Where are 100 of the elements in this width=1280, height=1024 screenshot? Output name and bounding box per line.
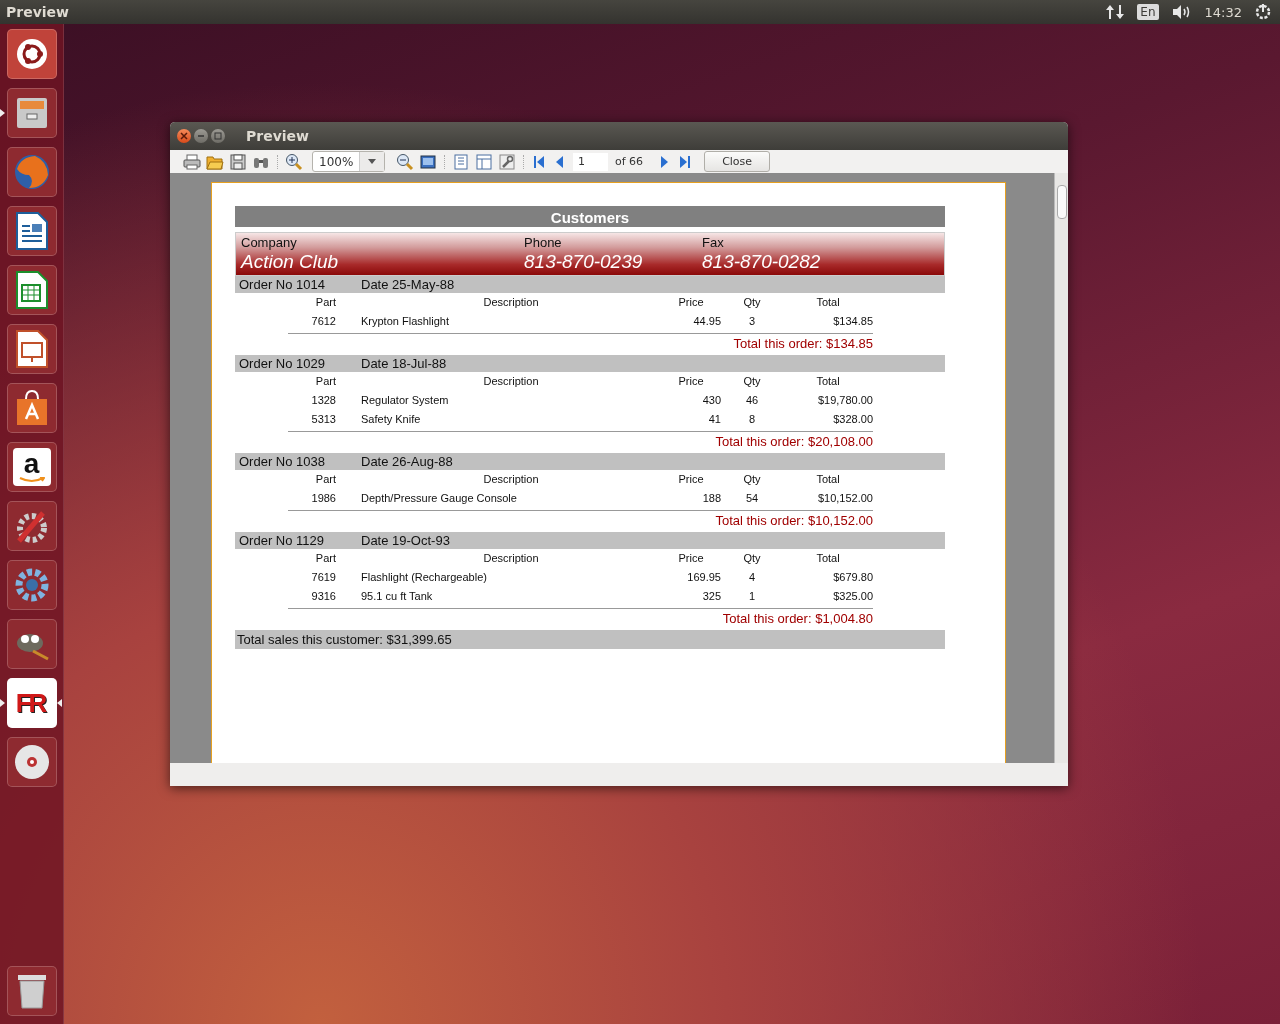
network-arrows-icon[interactable] <box>1105 3 1126 21</box>
item-description: 95.1 cu ft Tank <box>361 589 434 602</box>
fax-number: 813-870-0282 <box>702 251 822 273</box>
item-total: $19,780.00 <box>816 393 873 406</box>
close-window-button[interactable] <box>177 129 191 143</box>
item-price: 188 <box>701 491 721 504</box>
zoom-out-icon[interactable] <box>396 152 414 171</box>
launcher-tile[interactable] <box>6 265 57 315</box>
close-button[interactable]: Close <box>704 151 771 172</box>
column-heading: Qty <box>742 552 762 564</box>
launcher-tile[interactable] <box>6 501 57 551</box>
report-title: Customers <box>235 206 945 227</box>
item-price: 41 <box>707 412 721 425</box>
item-total: $679.80 <box>832 570 873 583</box>
zoom-in-icon[interactable] <box>285 152 303 171</box>
column-heading: Description <box>482 473 540 485</box>
logo-letters: FR <box>15 690 46 716</box>
spreadsheet-icon <box>15 271 48 309</box>
clock[interactable]: 14:32 <box>1204 4 1242 20</box>
monitor-icon[interactable] <box>419 152 437 171</box>
column-heading: Price <box>677 473 705 485</box>
maximize-icon <box>214 132 222 140</box>
column-heading: Qty <box>742 296 762 308</box>
minimize-icon <box>197 132 205 140</box>
page-layout-icon[interactable] <box>475 152 493 171</box>
scrollbar-thumb[interactable] <box>1057 185 1067 219</box>
window-title: Preview <box>246 128 309 144</box>
part-number: 7619 <box>310 570 336 583</box>
customer-total: Total sales this customer: $31,399.65 <box>237 632 452 647</box>
app-title: Preview <box>6 4 69 20</box>
order-date: Date 25-May-88 <box>361 277 455 292</box>
item-description: Regulator System <box>361 393 450 406</box>
disc-icon <box>12 743 51 781</box>
item-price: 430 <box>701 393 721 406</box>
launcher-tile[interactable]: FR <box>6 678 57 728</box>
part-number: 5313 <box>310 412 336 425</box>
order-date: Date 18-Jul-88 <box>361 356 447 371</box>
item-quantity: 3 <box>747 314 757 327</box>
dropdown-caret-icon <box>368 159 376 164</box>
save-icon[interactable] <box>229 152 247 171</box>
maximize-button[interactable] <box>211 129 225 143</box>
launcher-tile[interactable] <box>6 560 57 610</box>
column-heading: Qty <box>742 375 762 387</box>
order-number: Order No 1129 <box>239 533 326 548</box>
fax-label: Fax <box>702 235 725 250</box>
launcher-tile[interactable] <box>6 147 57 197</box>
launcher-tile[interactable] <box>6 383 57 433</box>
item-price: 325 <box>701 589 721 602</box>
launcher-tile[interactable] <box>6 966 57 1016</box>
item-quantity: 46 <box>744 393 760 406</box>
launcher-tile[interactable] <box>6 324 57 374</box>
item-price: 169.95 <box>686 570 721 583</box>
item-quantity: 54 <box>744 491 760 504</box>
company-name: Action Club <box>241 251 340 273</box>
order-number: Order No 1029 <box>239 356 326 371</box>
wrench-icon[interactable] <box>498 152 516 171</box>
part-number: 9316 <box>310 589 336 602</box>
launcher-tile[interactable] <box>6 619 57 669</box>
column-heading: Total <box>815 473 841 485</box>
page-number-field[interactable]: 1 <box>573 152 608 171</box>
column-heading: Total <box>815 296 841 308</box>
column-heading: Description <box>482 296 540 308</box>
print-icon[interactable] <box>183 152 201 171</box>
order-total: Total this order: $10,152.00 <box>715 513 873 528</box>
column-heading: Part <box>314 375 336 387</box>
column-heading: Part <box>314 296 336 308</box>
order-total: Total this order: $20,108.00 <box>715 434 873 449</box>
item-description: Depth/Pressure Gauge Console <box>361 491 518 504</box>
item-description: Flashlight (Rechargeable) <box>361 570 488 583</box>
launcher-tile[interactable] <box>6 88 57 138</box>
launcher-tile[interactable] <box>6 737 57 787</box>
column-heading: Total <box>815 552 841 564</box>
keyboard-layout-indicator[interactable]: En <box>1137 4 1159 20</box>
part-number: 1986 <box>310 491 336 504</box>
column-heading: Price <box>677 552 705 564</box>
order-date: Date 19-Oct-93 <box>361 533 450 548</box>
smile-arrow-icon <box>18 477 45 483</box>
power-gear-icon[interactable] <box>1254 3 1272 21</box>
order-number: Order No 1014 <box>239 277 326 292</box>
item-quantity: 4 <box>747 570 757 583</box>
close-icon <box>180 132 188 140</box>
order-total: Total this order: $134.85 <box>733 336 873 351</box>
minimize-button[interactable] <box>194 129 208 143</box>
part-number: 7612 <box>310 314 336 327</box>
item-total: $134.85 <box>832 314 873 327</box>
item-total: $328.00 <box>832 412 873 425</box>
launcher-tile[interactable] <box>6 29 57 79</box>
vertical-scrollbar[interactable] <box>1054 173 1068 763</box>
column-heading: Price <box>677 375 705 387</box>
item-price: 44.95 <box>692 314 721 327</box>
launcher-tile[interactable]: a <box>6 442 57 492</box>
zoom-combo-box[interactable]: 100% <box>312 151 385 172</box>
column-heading: Price <box>677 296 705 308</box>
logo-letter: a <box>23 451 40 477</box>
item-quantity: 1 <box>747 589 757 602</box>
phone-label: Phone <box>524 235 563 250</box>
presentation-icon <box>15 330 48 368</box>
part-number: 1328 <box>310 393 336 406</box>
launcher-tile[interactable] <box>6 206 57 256</box>
item-quantity: 8 <box>747 412 757 425</box>
